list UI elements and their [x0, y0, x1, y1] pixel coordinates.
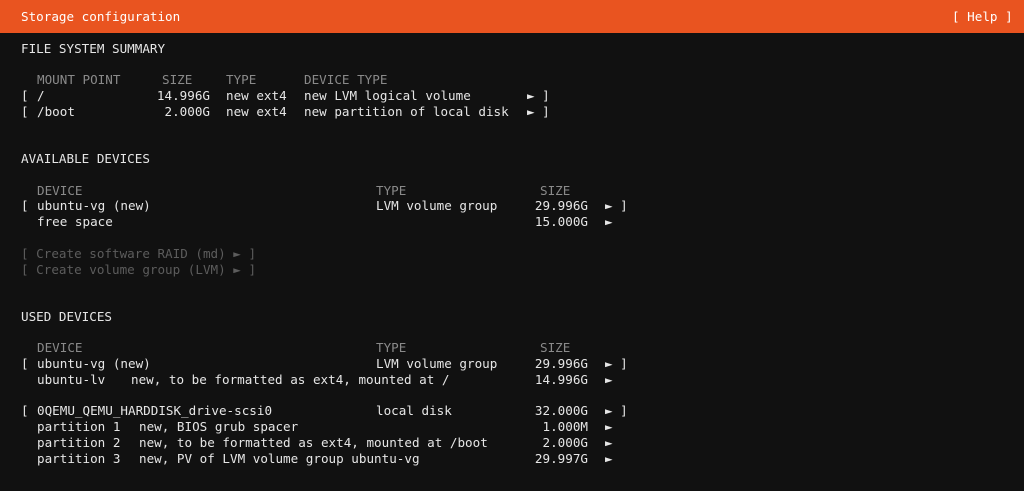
- lv-size: 14.996G: [534, 372, 588, 387]
- device-type: LVM volume group: [376, 198, 498, 213]
- available-devices-heading: AVAILABLE DEVICES: [21, 151, 150, 166]
- free-space-label: free space: [37, 214, 113, 229]
- mount-point: /boot: [37, 104, 75, 119]
- device-name: ubuntu-vg (new): [37, 356, 151, 371]
- col-device: DEVICE: [37, 183, 83, 198]
- row-menu-arrow-icon[interactable]: ► ]: [527, 88, 550, 104]
- row-bracket: [: [21, 198, 29, 213]
- partition-name: partition 1: [37, 419, 121, 434]
- partition-name: partition 3: [37, 451, 121, 466]
- row-bracket: [: [21, 104, 29, 119]
- partition-size: 1.000M: [542, 419, 589, 434]
- size: 2.000G: [164, 104, 211, 119]
- partition-size: 2.000G: [542, 435, 589, 450]
- mount-point: /: [37, 88, 45, 103]
- row-menu-arrow-icon[interactable]: ►: [605, 435, 613, 451]
- row-bracket: [: [21, 88, 29, 103]
- row-bracket: [: [21, 403, 29, 418]
- col-type: TYPE: [226, 72, 257, 87]
- row-menu-arrow-icon[interactable]: ►: [605, 451, 613, 467]
- partition-size: 29.997G: [534, 451, 588, 466]
- create-raid-button[interactable]: [ Create software RAID (md) ► ]: [21, 246, 256, 262]
- col-size: SIZE: [162, 72, 193, 87]
- row-menu-arrow-icon[interactable]: ►: [605, 214, 613, 230]
- device-size: 29.996G: [534, 198, 588, 213]
- partition-name: partition 2: [37, 435, 121, 450]
- row-bracket: [: [21, 356, 29, 371]
- row-menu-arrow-icon[interactable]: ► ]: [605, 198, 628, 214]
- col-mount-point: MOUNT POINT: [37, 72, 121, 87]
- device-size: 29.996G: [534, 356, 588, 371]
- size: 14.996G: [156, 88, 210, 103]
- create-volume-group-button[interactable]: [ Create volume group (LVM) ► ]: [21, 262, 256, 278]
- row-menu-arrow-icon[interactable]: ► ]: [605, 403, 628, 419]
- partition-description: new, to be formatted as ext4, mounted at…: [139, 435, 488, 450]
- col-device-type: DEVICE TYPE: [304, 72, 388, 87]
- screen-title: Storage configuration: [21, 9, 181, 24]
- free-space-size: 15.000G: [534, 214, 588, 229]
- disk-size: 32.000G: [534, 403, 588, 418]
- device-type: LVM volume group: [376, 356, 498, 371]
- lv-description: new, to be formatted as ext4, mounted at…: [131, 372, 450, 387]
- device-name: ubuntu-vg (new): [37, 198, 151, 213]
- row-menu-arrow-icon[interactable]: ► ]: [527, 104, 550, 120]
- fs-type: new ext4: [226, 88, 287, 103]
- col-type: TYPE: [376, 340, 407, 355]
- lv-name: ubuntu-lv: [37, 372, 106, 387]
- fs-summary-heading: FILE SYSTEM SUMMARY: [21, 41, 166, 56]
- col-size: SIZE: [540, 183, 571, 198]
- fs-type: new ext4: [226, 104, 287, 119]
- disk-type: local disk: [376, 403, 452, 418]
- used-devices-heading: USED DEVICES: [21, 309, 112, 324]
- title-bar: Storage configuration [ Help ]: [0, 0, 1024, 33]
- device-type: new partition of local disk: [304, 104, 509, 119]
- row-menu-arrow-icon[interactable]: ► ]: [605, 356, 628, 372]
- partition-description: new, PV of LVM volume group ubuntu-vg: [139, 451, 420, 466]
- help-button[interactable]: [ Help ]: [952, 9, 1013, 24]
- row-menu-arrow-icon[interactable]: ►: [605, 372, 613, 388]
- disk-name: 0QEMU_QEMU_HARDDISK_drive-scsi0: [37, 403, 273, 418]
- row-menu-arrow-icon[interactable]: ►: [605, 419, 613, 435]
- col-size: SIZE: [540, 340, 571, 355]
- col-device: DEVICE: [37, 340, 83, 355]
- device-type: new LVM logical volume: [304, 88, 471, 103]
- col-type: TYPE: [376, 183, 407, 198]
- partition-description: new, BIOS grub spacer: [139, 419, 299, 434]
